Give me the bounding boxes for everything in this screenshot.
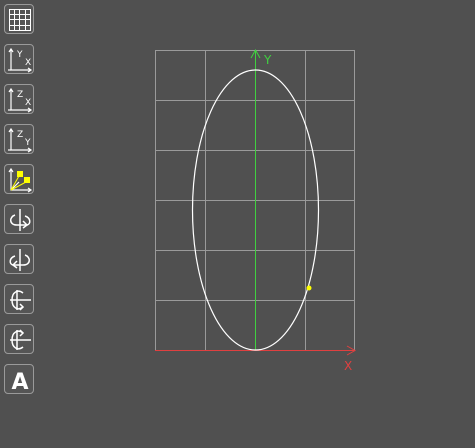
control-point-handle[interactable] — [306, 285, 312, 291]
y-axis-label: Y — [263, 53, 272, 67]
drawing-viewport[interactable]: X Y — [0, 0, 475, 448]
x-axis-label: X — [344, 359, 352, 373]
